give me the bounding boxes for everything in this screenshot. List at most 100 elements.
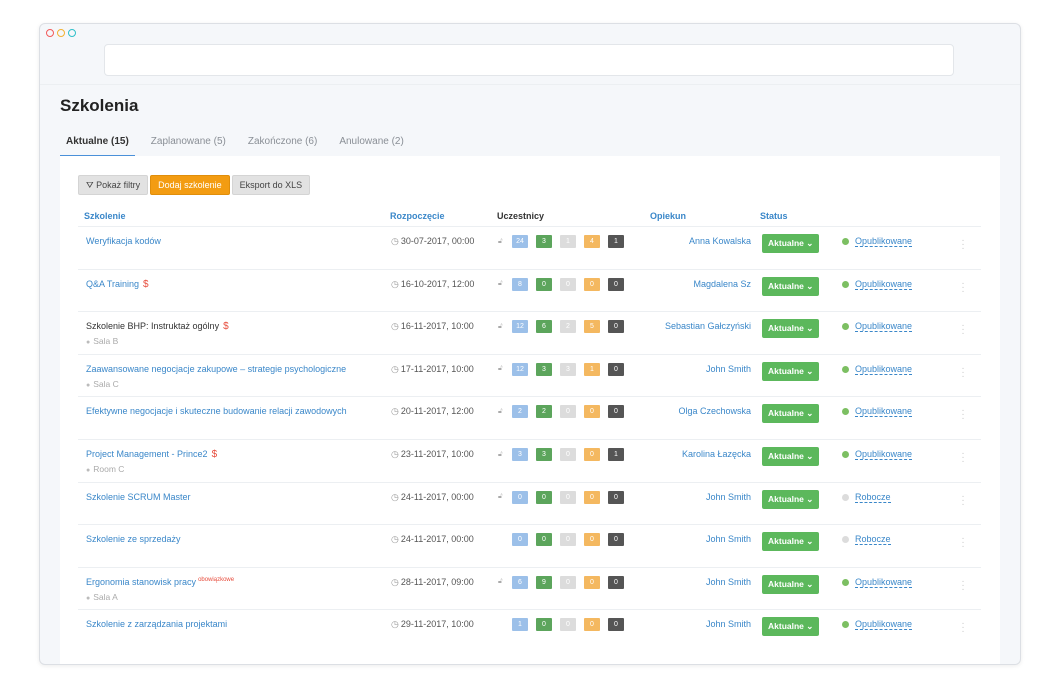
status-dropdown[interactable]: Aktualne ⌄ bbox=[762, 532, 820, 552]
status-dropdown[interactable]: Aktualne ⌄ bbox=[762, 574, 820, 594]
header-supervisor[interactable]: Opiekun bbox=[650, 211, 686, 221]
participant-count-badge[interactable]: 0 bbox=[536, 533, 552, 547]
row-menu-icon[interactable]: · · · bbox=[958, 363, 968, 381]
status-dropdown[interactable]: Aktualne ⌄ bbox=[762, 276, 820, 296]
participant-count-badge[interactable]: 0 bbox=[560, 533, 576, 547]
tab-finished[interactable]: Zakończone (6) bbox=[242, 132, 323, 157]
participant-count-badge[interactable]: 0 bbox=[560, 618, 576, 632]
show-filters-button[interactable]: ⛛ Pokaż filtry bbox=[78, 175, 149, 195]
participant-count-badge[interactable]: 0 bbox=[584, 405, 600, 419]
participant-count-badge[interactable]: 0 bbox=[512, 533, 528, 547]
status-dropdown[interactable]: Aktualne ⌄ bbox=[762, 617, 820, 637]
participant-count-badge[interactable]: 0 bbox=[512, 490, 528, 504]
participant-count-badge[interactable]: 0 bbox=[560, 490, 576, 504]
publication-link[interactable]: Opublikowane bbox=[855, 321, 913, 333]
participant-count-badge[interactable]: 0 bbox=[584, 618, 600, 632]
publication-link[interactable]: Opublikowane bbox=[855, 236, 913, 247]
participant-count-badge[interactable]: 0 bbox=[584, 448, 600, 461]
status-dropdown[interactable]: Aktualne ⌄ bbox=[762, 447, 820, 466]
participant-count-badge[interactable]: 0 bbox=[560, 448, 576, 461]
training-name[interactable]: Szkolenie BHP: Instruktaż ogólny $ bbox=[86, 321, 229, 332]
participant-count-badge[interactable]: 12 bbox=[512, 320, 528, 334]
participant-count-badge[interactable]: 0 bbox=[536, 277, 552, 291]
supervisor-link[interactable]: John Smith bbox=[706, 619, 751, 629]
publication-link[interactable]: Robocze bbox=[855, 492, 891, 503]
supervisor-link[interactable]: Anna Kowalska bbox=[689, 236, 751, 246]
status-dropdown[interactable]: Aktualne ⌄ bbox=[762, 489, 820, 509]
participant-count-badge[interactable]: 1 bbox=[608, 235, 624, 248]
training-name[interactable]: Q&A Training $ bbox=[86, 279, 149, 290]
training-name[interactable]: Zaawansowane negocjacje zakupowe – strat… bbox=[86, 364, 346, 374]
participant-count-badge[interactable]: 3 bbox=[536, 362, 552, 376]
participant-count-badge[interactable]: 0 bbox=[608, 320, 624, 334]
status-dropdown[interactable]: Aktualne ⌄ bbox=[762, 361, 820, 381]
participant-count-badge[interactable]: 0 bbox=[560, 575, 576, 589]
participant-count-badge[interactable]: 4 bbox=[584, 235, 600, 248]
participant-count-badge[interactable]: 1 bbox=[608, 448, 624, 461]
publication-link[interactable]: Opublikowane bbox=[855, 449, 913, 460]
supervisor-link[interactable]: John Smith bbox=[706, 364, 751, 374]
participant-count-badge[interactable]: 3 bbox=[536, 235, 552, 248]
participant-count-badge[interactable]: 0 bbox=[608, 277, 624, 291]
maximize-dot-icon[interactable] bbox=[68, 29, 76, 37]
training-name[interactable]: Efektywne negocjacje i skuteczne budowan… bbox=[86, 406, 347, 416]
participant-count-badge[interactable]: 0 bbox=[536, 618, 552, 632]
header-training[interactable]: Szkolenie bbox=[84, 211, 126, 221]
minimize-dot-icon[interactable] bbox=[57, 29, 65, 37]
training-name[interactable]: Weryfikacja kodów bbox=[86, 236, 161, 246]
supervisor-link[interactable]: Magdalena Sz bbox=[693, 279, 751, 289]
participant-count-badge[interactable]: 0 bbox=[608, 405, 624, 419]
training-name[interactable]: Szkolenie SCRUM Master bbox=[86, 492, 191, 502]
publication-link[interactable]: Opublikowane bbox=[855, 364, 913, 375]
participant-count-badge[interactable]: 1 bbox=[512, 618, 528, 632]
training-name[interactable]: Ergonomia stanowisk pracy obowiązkowe bbox=[86, 577, 234, 587]
participant-count-badge[interactable]: 1 bbox=[584, 362, 600, 376]
supervisor-link[interactable]: John Smith bbox=[706, 534, 751, 544]
row-menu-icon[interactable]: · · · bbox=[958, 534, 968, 552]
participant-count-badge[interactable]: 6 bbox=[512, 575, 528, 589]
row-menu-icon[interactable]: · · · bbox=[958, 449, 968, 467]
header-start[interactable]: Rozpoczęcie bbox=[390, 211, 445, 221]
participant-count-badge[interactable]: 3 bbox=[536, 448, 552, 461]
training-name[interactable]: Szkolenie ze sprzedaży bbox=[86, 534, 181, 544]
participant-count-badge[interactable]: 0 bbox=[560, 405, 576, 419]
participant-count-badge[interactable]: 8 bbox=[512, 277, 528, 291]
header-status[interactable]: Status bbox=[760, 211, 788, 221]
participant-count-badge[interactable]: 0 bbox=[560, 277, 576, 291]
participant-count-badge[interactable]: 0 bbox=[536, 490, 552, 504]
participant-count-badge[interactable]: 0 bbox=[608, 362, 624, 376]
add-training-button[interactable]: Dodaj szkolenie bbox=[150, 175, 230, 195]
supervisor-link[interactable]: Karolina Łazęcka bbox=[682, 449, 751, 459]
participant-count-badge[interactable]: 12 bbox=[512, 362, 528, 376]
row-menu-icon[interactable]: · · · bbox=[958, 278, 968, 296]
participant-count-badge[interactable]: 3 bbox=[560, 362, 576, 376]
participant-count-badge[interactable]: 6 bbox=[536, 320, 552, 334]
publication-link[interactable]: Opublikowane bbox=[855, 279, 913, 290]
tab-planned[interactable]: Zaplanowane (5) bbox=[145, 132, 232, 157]
participant-count-badge[interactable]: 0 bbox=[608, 533, 624, 547]
supervisor-link[interactable]: Olga Czechowska bbox=[678, 406, 751, 416]
row-menu-icon[interactable]: · · · bbox=[958, 576, 968, 594]
training-name[interactable]: Szkolenie z zarządzania projektami bbox=[86, 619, 227, 629]
participant-count-badge[interactable]: 0 bbox=[584, 490, 600, 504]
participant-count-badge[interactable]: 0 bbox=[608, 490, 624, 504]
supervisor-link[interactable]: Sebastian Gałczyński bbox=[665, 321, 751, 331]
training-name[interactable]: Project Management - Prince2 $ bbox=[86, 449, 217, 460]
row-menu-icon[interactable]: · · · bbox=[958, 619, 968, 637]
participant-count-badge[interactable]: 0 bbox=[608, 618, 624, 632]
participant-count-badge[interactable]: 1 bbox=[560, 235, 576, 248]
participant-count-badge[interactable]: 2 bbox=[512, 405, 528, 419]
participant-count-badge[interactable]: 9 bbox=[536, 575, 552, 589]
status-dropdown[interactable]: Aktualne ⌄ bbox=[762, 234, 820, 253]
publication-link[interactable]: Robocze bbox=[855, 534, 891, 546]
supervisor-link[interactable]: John Smith bbox=[706, 577, 751, 587]
tab-cancelled[interactable]: Anulowane (2) bbox=[333, 132, 409, 157]
participant-count-badge[interactable]: 3 bbox=[512, 448, 528, 461]
publication-link[interactable]: Opublikowane bbox=[855, 619, 913, 631]
participant-count-badge[interactable]: 5 bbox=[584, 320, 600, 334]
participant-count-badge[interactable]: 2 bbox=[560, 320, 576, 334]
status-dropdown[interactable]: Aktualne ⌄ bbox=[762, 319, 820, 339]
row-menu-icon[interactable]: · · · bbox=[958, 321, 968, 339]
status-dropdown[interactable]: Aktualne ⌄ bbox=[762, 404, 820, 424]
row-menu-icon[interactable]: · · · bbox=[958, 236, 968, 254]
